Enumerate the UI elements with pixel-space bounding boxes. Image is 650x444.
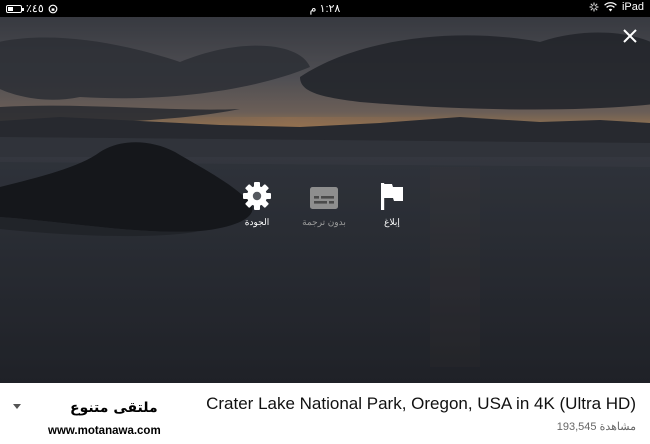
report-button[interactable]: إبلاغ bbox=[357, 177, 427, 228]
quality-label: الجودة bbox=[244, 217, 270, 227]
video-info-panel: ملتقى متنوع www.motanawa.com Crater Lake… bbox=[0, 383, 650, 444]
status-bar: ٪٤٥ ١:٢٨ م iPad bbox=[0, 0, 650, 17]
activity-spinner-icon bbox=[589, 2, 599, 12]
watermark-url: www.motanawa.com bbox=[48, 425, 161, 437]
video-player[interactable]: إبلاغ بدون ترجمة الجودة bbox=[0, 17, 650, 383]
quality-button[interactable]: الجودة bbox=[222, 177, 292, 228]
watermark-name: ملتقى متنوع bbox=[70, 400, 158, 416]
captions-button[interactable]: بدون ترجمة bbox=[289, 177, 359, 228]
report-label: إبلاغ bbox=[384, 217, 400, 227]
status-right: iPad bbox=[589, 1, 644, 13]
chevron-down-icon[interactable] bbox=[13, 404, 21, 409]
captions-icon bbox=[310, 187, 338, 209]
video-title[interactable]: Crater Lake National Park, Oregon, USA i… bbox=[206, 394, 636, 414]
flag-icon bbox=[381, 183, 403, 210]
close-icon[interactable] bbox=[620, 26, 640, 46]
wifi-icon bbox=[604, 2, 617, 12]
status-time: ١:٢٨ م bbox=[309, 3, 341, 15]
view-count: 193,545 مشاهدة bbox=[556, 421, 636, 433]
captions-label: بدون ترجمة bbox=[302, 217, 346, 227]
device-label: iPad bbox=[621, 1, 644, 13]
gear-icon bbox=[243, 182, 271, 210]
